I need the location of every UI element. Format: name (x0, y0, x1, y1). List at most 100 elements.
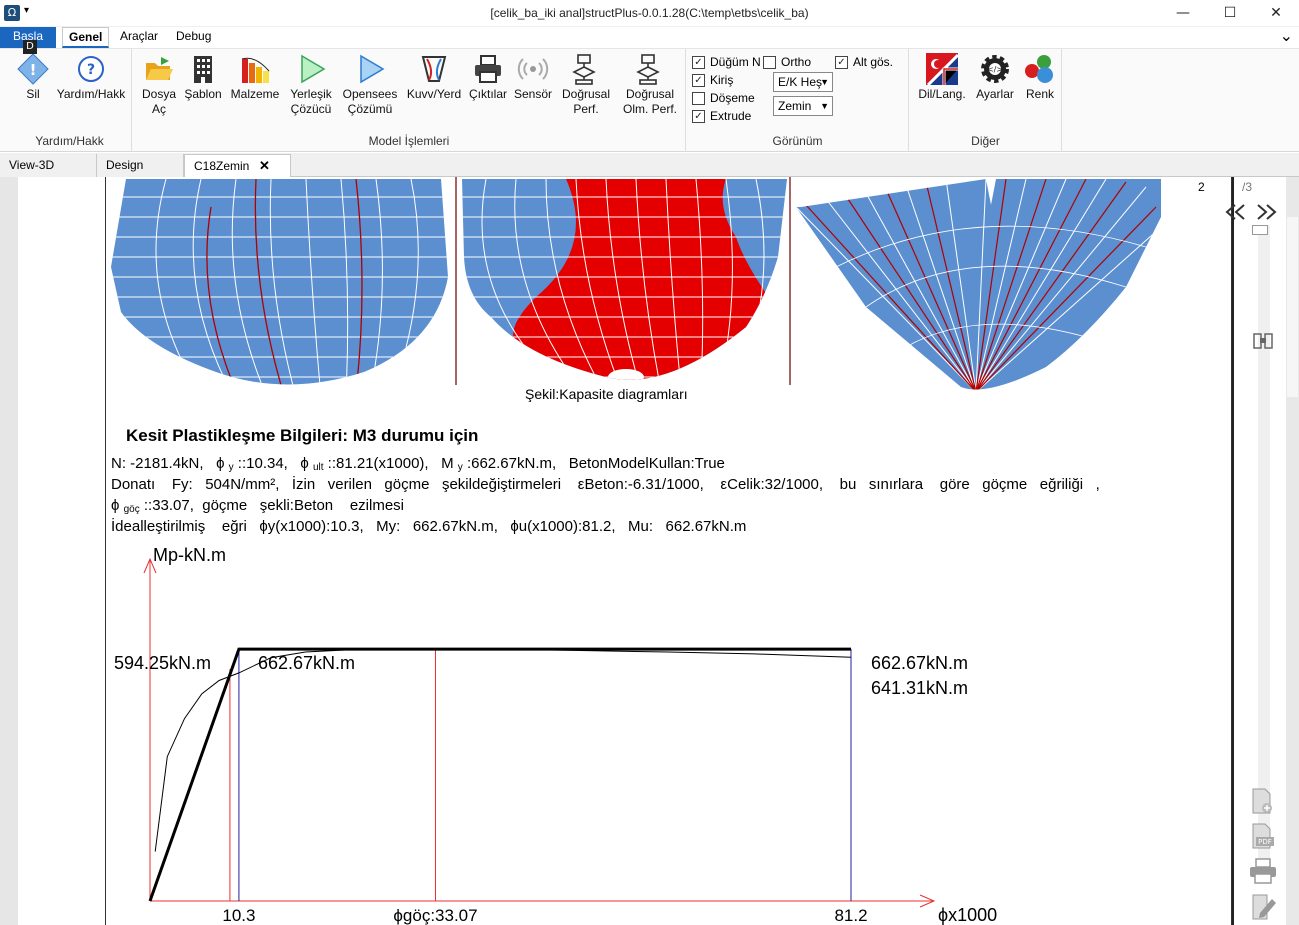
maximize-button[interactable]: ☐ (1207, 0, 1253, 27)
material-chart-icon (239, 53, 271, 85)
play-green-icon (295, 53, 327, 85)
section-heading: Kesit Plastikleşme Bilgileri: M3 durumu … (126, 426, 479, 445)
scrollbar-thumb[interactable] (1287, 217, 1298, 397)
x-marker-label: 81.2 (834, 906, 867, 925)
yardim-hakk-button[interactable]: ? Yardım/Hakk (56, 53, 126, 102)
checkbox-ortho[interactable]: Ortho (763, 54, 811, 70)
dogrusal-olm-perf-button[interactable]: Doğrusal Olm. Perf. (617, 53, 683, 117)
help-circle-icon: ? (75, 53, 107, 85)
x-marker-label: 10.3 (222, 906, 255, 925)
document-tab-bar: View-3D Design C18Zemin ✕ (0, 153, 1299, 178)
annotation-yield-moment: 594.25kN.m (114, 653, 211, 673)
checkbox-icon: ✓ (692, 74, 705, 87)
dogrusal-perf-button[interactable]: Doğrusal Perf. (557, 53, 615, 117)
next-page-icon[interactable] (1254, 203, 1278, 221)
checkbox-kiris[interactable]: ✓ Kiriş (692, 72, 733, 88)
tab-genel[interactable]: Genel (62, 27, 110, 48)
capacity-diagrams-figure (111, 177, 1161, 390)
checkbox-alt-gos[interactable]: ✓ Alt gös. (835, 54, 893, 70)
color-balls-icon (1024, 53, 1056, 85)
force-displacement-icon (418, 53, 450, 85)
checkbox-icon: ✓ (692, 56, 705, 69)
edit-document-icon[interactable] (1250, 891, 1278, 921)
zoom-track[interactable] (1258, 225, 1270, 865)
page-number: 2 (1198, 180, 1205, 194)
annotation-ultimate-ideal: 662.67kN.m (871, 653, 968, 673)
checkbox-extrude[interactable]: ✓ Extrude (692, 108, 751, 124)
info-line-4: İdealleştirilmiş eğri ϕy(x1000):10.3, My… (111, 518, 747, 535)
zemin-select[interactable]: Zemin ▼ (773, 96, 833, 116)
ek-select[interactable]: E/K Heş ▼ (773, 72, 833, 92)
panel-divider (1232, 177, 1234, 925)
linear-perf-icon (570, 53, 602, 85)
sil-button[interactable]: ! Sil (12, 53, 54, 102)
folder-open-icon (143, 53, 175, 85)
checkbox-icon: ✓ (692, 110, 705, 123)
ribbon-collapse-icon[interactable]: ⌄ (1280, 27, 1293, 45)
sensor-icon (517, 53, 549, 85)
group-yardim: ! Sil ? Yardım/Hakk Yardım/Hakk (8, 49, 132, 152)
moment-curvature-curve (154, 648, 852, 852)
zoom-slider-thumb[interactable] (1252, 225, 1268, 235)
group-label: Yardım/Hakk (35, 134, 104, 148)
annotation-ideal-moment: 662.67kN.m (258, 653, 355, 673)
report-viewer: Şekil:Kapasite diagramları Kesit Plastik… (0, 177, 1299, 925)
info-line-2: Donatı Fy: 504N/mm², İzin verilen göçme … (111, 476, 1100, 493)
chevron-down-icon: ▼ (820, 101, 829, 111)
ciktilar-button[interactable]: Çıktılar (467, 53, 509, 102)
report-page: Şekil:Kapasite diagramları Kesit Plastik… (105, 177, 1232, 925)
dil-lang-button[interactable]: Dil/Lang. (916, 53, 968, 102)
idealized-curve (148, 647, 851, 902)
settings-gear-icon: </> (979, 53, 1011, 85)
tab-debug[interactable]: Debug (170, 27, 217, 48)
pdf-export-icon[interactable]: PDF (1250, 822, 1276, 850)
left-margin (0, 177, 18, 925)
group-label: Görünüm (772, 134, 823, 148)
group-gorunum: ✓ Düğüm N Ortho ✓ Alt gös. ✓ Kiriş Döşeme ✓… (687, 49, 909, 152)
renk-button[interactable]: Renk (1020, 53, 1060, 102)
figure-caption: Şekil:Kapasite diagramları (525, 386, 688, 402)
tab-view-3d[interactable]: View-3D (0, 154, 97, 177)
group-diger: Dil/Lang. </> Ayarlar Renk Diğer (910, 49, 1062, 152)
window-title: [celik_ba_iki anal]structPlus-0.0.1.28(C… (490, 6, 809, 20)
yerlesik-cozucu-button[interactable]: Yerleşik Çözücü (285, 53, 337, 117)
viewer-side-panel: 2 /3 PDF (1198, 177, 1299, 925)
sensor-button[interactable]: Sensör (511, 53, 555, 102)
dosya-ac-button[interactable]: Dosya Aç (137, 53, 181, 117)
checkbox-icon (763, 56, 776, 69)
capacity-diagram-2 (462, 179, 787, 380)
print-icon[interactable] (1248, 857, 1278, 885)
minimize-button[interactable]: — (1160, 0, 1206, 27)
page-total: /3 (1242, 180, 1253, 194)
nonlinear-perf-icon (634, 53, 666, 85)
checkbox-icon: ✓ (835, 56, 848, 69)
x-marker-label: ϕgöç:33.07 (393, 906, 477, 925)
capacity-diagram-1 (111, 179, 448, 385)
keytip-badge: D (23, 40, 37, 54)
opensees-cozumu-button[interactable]: Opensees Çözümü (339, 53, 401, 117)
tab-close-icon[interactable]: ✕ (259, 155, 270, 177)
tab-design[interactable]: Design (97, 154, 184, 177)
play-blue-icon (354, 53, 386, 85)
info-line-3: ϕ göç ::33.07, göçme şekli:Beton ezilmes… (111, 497, 404, 515)
sablon-button[interactable]: Şablon (181, 53, 225, 102)
tab-araclar[interactable]: Araçlar (114, 27, 164, 48)
kuvv-yerd-button[interactable]: Kuvv/Yerd (403, 53, 465, 102)
ayarlar-button[interactable]: </> Ayarlar (972, 53, 1018, 102)
tab-c18zemin[interactable]: C18Zemin ✕ (184, 154, 291, 178)
first-page-icon[interactable] (1224, 203, 1248, 221)
close-button[interactable]: ✕ (1253, 0, 1299, 27)
chevron-down-icon: ▼ (820, 77, 829, 87)
capacity-diagram-3 (796, 179, 1161, 390)
checkbox-icon (692, 92, 705, 105)
checkbox-doseme[interactable]: Döşeme (692, 90, 755, 106)
malzeme-button[interactable]: Malzeme (227, 53, 283, 102)
group-label: Model İşlemleri (368, 134, 450, 148)
moment-curvature-chart: Mp-kN.m ϕx1000 10.3 ϕgöç:33.07 81.2 594.25… (114, 545, 997, 925)
checkbox-dugum-n[interactable]: ✓ Düğüm N (692, 54, 761, 70)
new-document-icon[interactable] (1250, 787, 1274, 815)
svg-text:?: ? (87, 62, 95, 78)
y-axis-label: Mp-kN.m (153, 545, 226, 565)
ribbon-tab-bar: Basla Genel Araçlar Debug ⌄ (0, 27, 1299, 48)
binoculars-icon[interactable] (1252, 329, 1274, 353)
